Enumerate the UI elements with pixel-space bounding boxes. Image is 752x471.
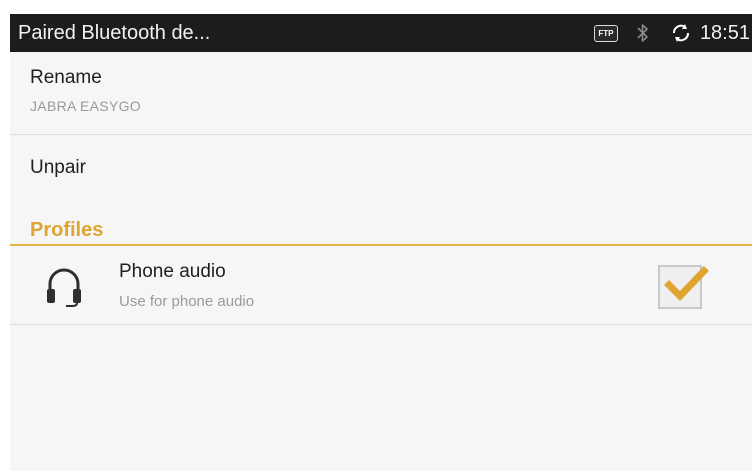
device-name: JABRA EASYGO — [30, 98, 141, 114]
profile-row-phone-audio[interactable]: Phone audio Use for phone audio — [10, 246, 752, 325]
rename-row[interactable]: Rename JABRA EASYGO — [10, 52, 752, 135]
unpair-row[interactable]: Unpair — [10, 135, 752, 207]
sync-icon — [672, 24, 689, 42]
device-screen: Paired Bluetooth de... FTP 18:51 Rename … — [10, 14, 752, 471]
clock: 18:51 — [699, 21, 750, 44]
phone-audio-checkbox[interactable] — [658, 265, 709, 309]
status-bar: Paired Bluetooth de... FTP 18:51 — [10, 14, 752, 52]
checkmark-icon — [664, 266, 709, 302]
headset-icon — [47, 268, 81, 307]
profiles-header: Profiles — [30, 219, 104, 241]
rename-label: Rename — [30, 67, 102, 88]
status-icons: FTP 18:51 — [593, 14, 752, 52]
unpair-label: Unpair — [30, 157, 86, 178]
profile-label: Phone audio — [119, 261, 226, 282]
screen-title: Paired Bluetooth de... — [18, 22, 211, 44]
bluetooth-icon — [637, 24, 648, 42]
ftp-badge: FTP — [593, 24, 618, 42]
profile-description: Use for phone audio — [119, 293, 255, 310]
